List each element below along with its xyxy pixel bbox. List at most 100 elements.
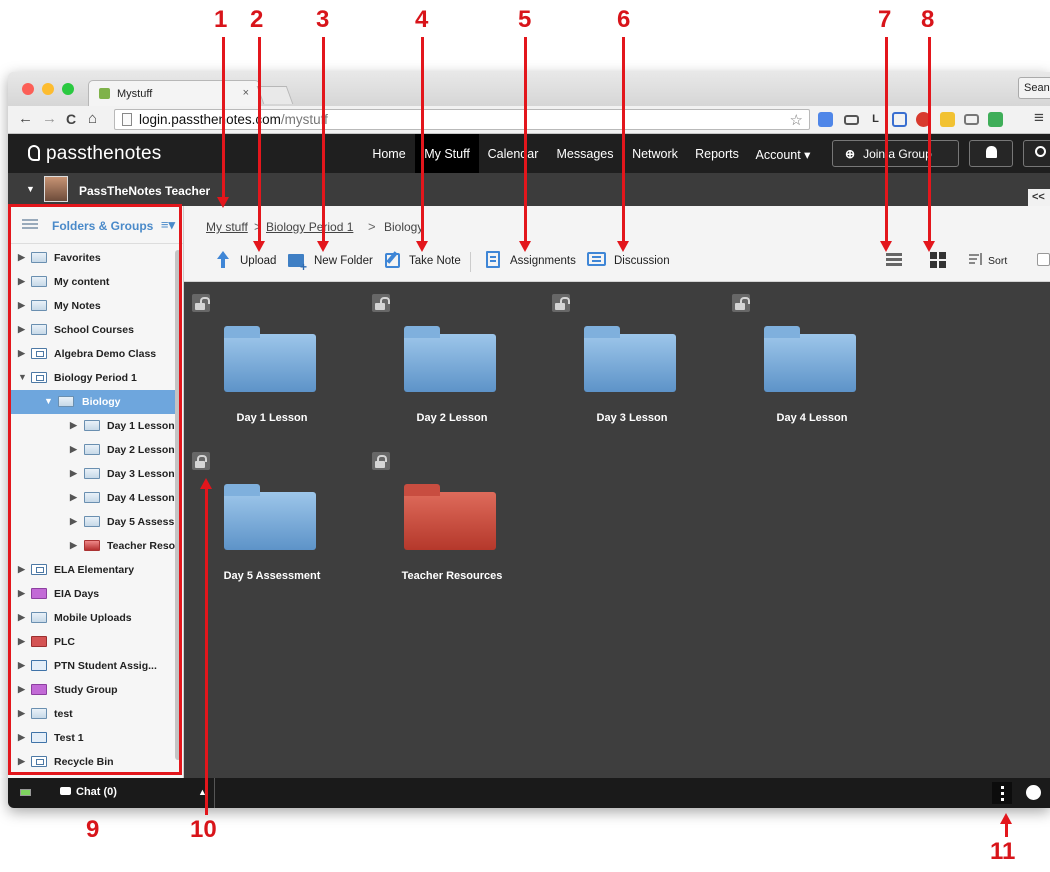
forward-arrow-icon[interactable]: → bbox=[42, 111, 57, 127]
folder-tile-teacher-resources[interactable]: Teacher Resources bbox=[372, 452, 532, 602]
nav-my-stuff[interactable]: My Stuff bbox=[415, 134, 479, 173]
folder-tile-day-3-lesson[interactable]: Day 3 Lesson bbox=[552, 294, 712, 444]
folder-tile-day-4-lesson[interactable]: Day 4 Lesson bbox=[732, 294, 892, 444]
select-all-checkbox[interactable] bbox=[1037, 253, 1050, 266]
l-extension-icon[interactable]: L bbox=[868, 112, 883, 127]
ruler-extension-icon[interactable] bbox=[844, 115, 859, 125]
chat-button[interactable]: Chat (0) bbox=[60, 786, 117, 798]
discussion-button[interactable]: Discussion bbox=[614, 255, 670, 267]
lock-icon[interactable] bbox=[372, 452, 390, 470]
unlock-icon[interactable] bbox=[372, 294, 390, 312]
nav-home[interactable]: Home bbox=[364, 134, 414, 173]
grid-view-icon[interactable] bbox=[930, 251, 946, 268]
translate-extension-icon[interactable] bbox=[818, 112, 833, 127]
unlock-icon[interactable] bbox=[732, 294, 750, 312]
minimize-window-dot[interactable] bbox=[42, 83, 54, 95]
new-tab-button[interactable] bbox=[256, 86, 294, 104]
take-note-button[interactable]: Take Note bbox=[409, 255, 461, 267]
folder-icon bbox=[224, 326, 316, 392]
folder-tile-day-5-assessment[interactable]: Day 5 Assessment bbox=[192, 452, 352, 602]
new-folder-button[interactable]: New Folder bbox=[314, 255, 373, 267]
add-people-icon: ⊕ bbox=[845, 147, 856, 161]
join-group-button[interactable]: ⊕ Join a Group bbox=[832, 140, 959, 167]
annotation-arrow-3 bbox=[317, 37, 329, 252]
new-folder-icon[interactable]: + bbox=[288, 251, 308, 274]
annotation-arrow-7 bbox=[880, 37, 892, 252]
search-icon bbox=[1035, 146, 1046, 157]
avatar[interactable] bbox=[44, 176, 68, 202]
discussion-icon[interactable] bbox=[587, 251, 607, 268]
user-menu-caret-icon[interactable]: ▼ bbox=[26, 184, 35, 194]
join-group-label: Join a Group bbox=[863, 147, 932, 161]
annotation-number-4: 4 bbox=[415, 6, 429, 33]
close-window-dot[interactable] bbox=[22, 83, 34, 95]
annotation-number-6: 6 bbox=[617, 6, 631, 33]
sort-icon[interactable] bbox=[969, 251, 985, 268]
upload-arrow-icon[interactable] bbox=[214, 251, 232, 268]
passthenotes-logo[interactable]: passthenotes bbox=[28, 143, 161, 165]
annotation-arrow-11 bbox=[1000, 813, 1012, 837]
nav-account[interactable]: Account ▾ bbox=[748, 134, 818, 173]
annotation-number-2: 2 bbox=[250, 6, 264, 33]
search-button[interactable] bbox=[1023, 140, 1050, 167]
globe-icon[interactable] bbox=[1026, 785, 1041, 800]
annotation-arrow-10 bbox=[200, 478, 212, 815]
bookmark-star-icon[interactable]: ☆ bbox=[790, 111, 803, 129]
folder-label: Day 4 Lesson bbox=[776, 412, 848, 424]
red-folder-icon bbox=[404, 484, 496, 550]
browser-tab[interactable]: Mystuff × bbox=[88, 80, 260, 106]
annotation-arrow-2 bbox=[253, 37, 265, 252]
assignments-icon[interactable] bbox=[486, 251, 500, 268]
annotated-screenshot: 1 2 3 4 5 6 7 8 Mystuff × Sean ← → C ⌂ l… bbox=[0, 0, 1050, 872]
chat-label: Chat (0) bbox=[76, 786, 117, 798]
logo-text: passthenotes bbox=[46, 143, 162, 164]
notifications-button[interactable] bbox=[969, 140, 1013, 167]
folder-grid: Day 1 Lesson Day 2 Lesson Day 3 Lesson D… bbox=[184, 282, 1050, 778]
logo-mark-icon bbox=[28, 145, 40, 161]
upload-button[interactable]: Upload bbox=[240, 255, 276, 267]
chat-bubble-icon bbox=[60, 787, 71, 795]
lock-icon[interactable] bbox=[192, 452, 210, 470]
breadcrumb-biology-period-1[interactable]: Biology Period 1 bbox=[266, 220, 353, 234]
folder-tile-day-2-lesson[interactable]: Day 2 Lesson bbox=[372, 294, 532, 444]
folder-icon bbox=[764, 326, 856, 392]
nav-messages[interactable]: Messages bbox=[549, 134, 621, 173]
address-bar[interactable]: login.passthenotes.com/mystuff ☆ bbox=[114, 109, 810, 130]
back-arrow-icon[interactable]: ← bbox=[18, 111, 33, 127]
browser-profile-button[interactable]: Sean bbox=[1018, 77, 1050, 99]
unlock-icon[interactable] bbox=[552, 294, 570, 312]
sort-button[interactable]: Sort bbox=[988, 255, 1007, 267]
cast-icon[interactable] bbox=[964, 114, 979, 125]
unlock-icon[interactable] bbox=[192, 294, 210, 312]
nav-network[interactable]: Network bbox=[625, 134, 685, 173]
green-extension-icon[interactable] bbox=[988, 112, 1003, 127]
browser-menu-icon[interactable]: ≡ bbox=[1034, 109, 1044, 126]
more-options-icon[interactable] bbox=[992, 782, 1012, 804]
annotation-arrow-5 bbox=[519, 37, 531, 252]
list-view-icon[interactable] bbox=[886, 251, 902, 268]
zoom-window-dot[interactable] bbox=[62, 83, 74, 95]
annotation-number-5: 5 bbox=[518, 6, 532, 33]
browser-tab-title: Mystuff bbox=[117, 88, 153, 100]
reload-icon[interactable]: C bbox=[66, 111, 76, 127]
screenshot-extension-icon[interactable] bbox=[892, 112, 907, 127]
folder-extension-icon[interactable] bbox=[940, 112, 955, 127]
take-note-icon[interactable] bbox=[385, 251, 403, 268]
folder-label: Teacher Resources bbox=[401, 570, 503, 582]
annotation-number-7: 7 bbox=[878, 6, 892, 33]
page-icon bbox=[122, 113, 132, 126]
app-header: passthenotes Home My Stuff Calendar Mess… bbox=[8, 134, 1050, 173]
folder-tile-day-1-lesson[interactable]: Day 1 Lesson bbox=[192, 294, 352, 444]
user-name[interactable]: PassTheNotes Teacher bbox=[79, 184, 210, 198]
tab-close-icon[interactable]: × bbox=[243, 87, 249, 99]
browser-tab-bar: Mystuff × Sean bbox=[8, 72, 1050, 106]
nav-calendar[interactable]: Calendar bbox=[480, 134, 546, 173]
breadcrumb-my-stuff[interactable]: My stuff bbox=[206, 220, 248, 234]
footer-divider bbox=[214, 778, 215, 808]
collapse-panel-button[interactable]: << bbox=[1028, 189, 1050, 207]
home-icon[interactable]: ⌂ bbox=[88, 111, 97, 127]
annotation-number-1: 1 bbox=[214, 6, 228, 33]
assignments-button[interactable]: Assignments bbox=[510, 255, 576, 267]
nav-reports[interactable]: Reports bbox=[689, 134, 745, 173]
status-indicator-icon bbox=[20, 789, 31, 796]
